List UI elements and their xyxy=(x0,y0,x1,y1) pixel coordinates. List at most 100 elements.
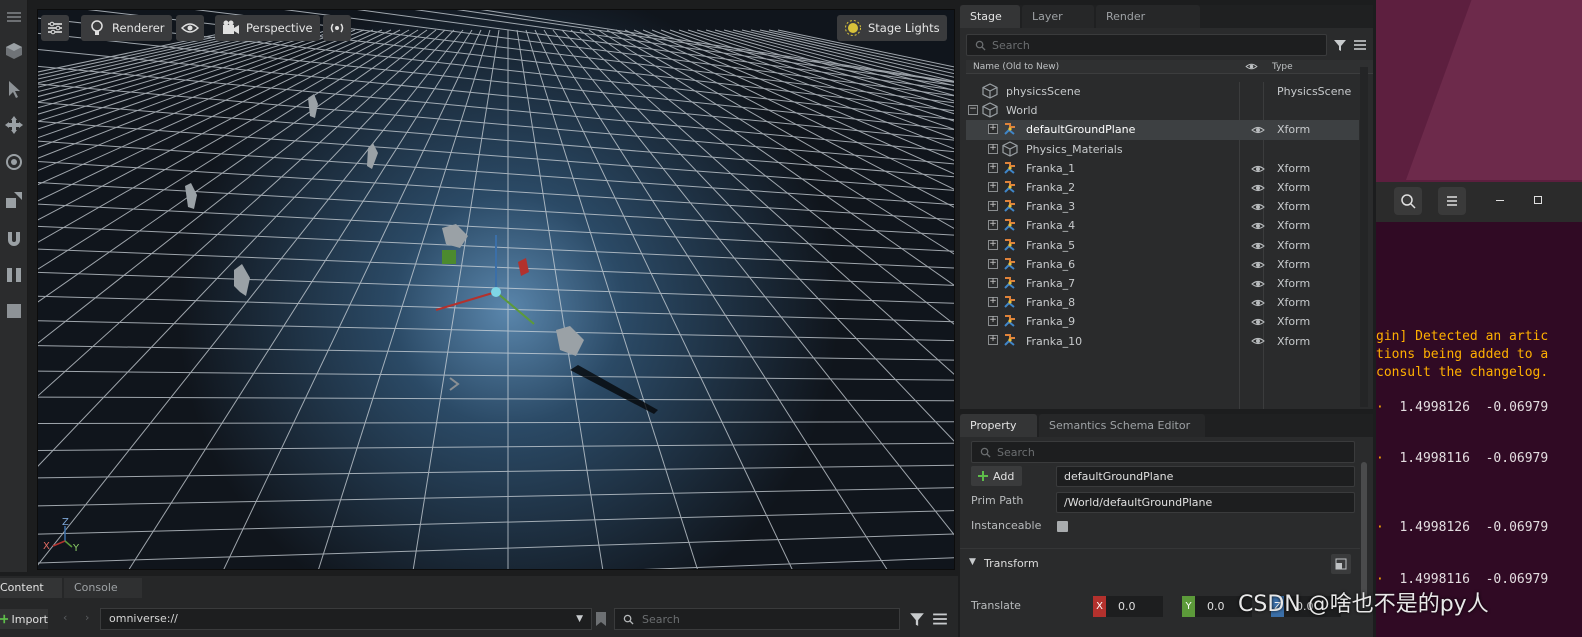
stage-tree-row[interactable]: + Physics_Materials xyxy=(966,140,1359,159)
stage-tree-row[interactable]: + Franka_10 Xform xyxy=(966,331,1359,350)
renderer-button[interactable]: Renderer xyxy=(81,15,172,41)
filter-icon[interactable] xyxy=(909,611,925,627)
expand-icon[interactable]: + xyxy=(988,335,998,346)
camera-button[interactable]: Perspective xyxy=(215,15,320,41)
transform-options-icon[interactable] xyxy=(1331,554,1351,574)
forward-arrow-icon[interactable]: › xyxy=(85,611,89,624)
expand-icon[interactable]: + xyxy=(988,181,998,192)
visibility-button[interactable] xyxy=(176,15,204,41)
expand-icon[interactable]: + xyxy=(988,220,998,231)
options-menu-icon[interactable] xyxy=(932,611,948,627)
column-name-header[interactable]: Name (Old to New) xyxy=(973,62,1059,72)
terminal-value: -0.06979 xyxy=(1485,451,1549,466)
transform-section-header[interactable]: ▼ Transform xyxy=(960,548,1360,578)
tab-render-settings[interactable]: Render Settings xyxy=(1096,5,1200,46)
broadcast-button[interactable] xyxy=(323,15,351,41)
expand-icon[interactable]: + xyxy=(988,143,998,154)
expand-icon[interactable]: + xyxy=(988,239,998,250)
stage-lights-button[interactable]: Stage Lights xyxy=(837,15,947,41)
visibility-eye-icon[interactable] xyxy=(1251,279,1265,289)
collapse-icon[interactable]: − xyxy=(968,105,978,116)
scene-render[interactable] xyxy=(38,10,955,570)
xform-icon xyxy=(1004,257,1015,270)
stage-tree-row[interactable]: + Franka_8 Xform xyxy=(966,293,1359,312)
stage-tree-row[interactable]: + defaultGroundPlane Xform xyxy=(966,120,1359,140)
expand-icon[interactable]: + xyxy=(988,316,998,327)
column-type-header[interactable]: Type xyxy=(1272,62,1293,72)
stage-tree-row[interactable]: + Franka_4 Xform xyxy=(966,216,1359,235)
add-button[interactable]: Add xyxy=(971,466,1022,486)
options-menu-icon[interactable] xyxy=(1353,38,1367,52)
visibility-eye-icon[interactable] xyxy=(1251,183,1265,193)
search-icon xyxy=(980,447,991,458)
stage-tree-row[interactable]: + Franka_3 Xform xyxy=(966,197,1359,216)
snap-magnet-icon[interactable] xyxy=(2,226,26,252)
tab-content[interactable]: Content xyxy=(0,578,62,598)
property-scrollbar[interactable] xyxy=(1361,462,1367,602)
expand-icon[interactable]: + xyxy=(988,277,998,288)
back-arrow-icon[interactable]: ‹ xyxy=(63,611,67,624)
tab-console[interactable]: Console xyxy=(64,578,142,598)
visibility-eye-icon[interactable] xyxy=(1251,125,1265,135)
visibility-eye-icon[interactable] xyxy=(1251,298,1265,308)
visibility-eye-icon[interactable] xyxy=(1251,260,1265,270)
visibility-eye-icon[interactable] xyxy=(1251,202,1265,212)
stage-tree-row[interactable]: + Franka_2 Xform xyxy=(966,178,1359,197)
pause-icon[interactable] xyxy=(2,262,26,288)
stage-tree-row[interactable]: + Franka_9 Xform xyxy=(966,312,1359,331)
tab-property[interactable]: Property xyxy=(960,414,1037,437)
terminal-menu-button[interactable] xyxy=(1438,187,1466,215)
stage-tree-row[interactable]: − World xyxy=(966,101,1359,120)
xform-icon xyxy=(1004,200,1015,212)
property-search-input[interactable]: Search xyxy=(971,441,1355,463)
move-tool-icon[interactable] xyxy=(2,112,26,138)
content-search-input[interactable]: Search xyxy=(614,608,900,630)
select-cube-tool-icon[interactable] xyxy=(2,38,26,64)
eye-icon xyxy=(181,23,199,33)
bookmark-icon[interactable] xyxy=(595,611,607,627)
sliders-icon xyxy=(48,21,62,35)
visibility-eye-icon[interactable] xyxy=(1251,164,1265,174)
tab-semantics-schema-editor[interactable]: Semantics Schema Editor xyxy=(1039,414,1205,437)
filter-icon[interactable] xyxy=(1333,38,1347,52)
rotate-tool-icon[interactable] xyxy=(2,149,26,175)
viewport-settings-button[interactable] xyxy=(41,15,69,41)
stage-tree-row[interactable]: + Franka_5 Xform xyxy=(966,236,1359,255)
expand-icon[interactable]: + xyxy=(988,297,998,308)
stage-scrollbar[interactable] xyxy=(1360,67,1368,407)
terminal-search-button[interactable] xyxy=(1394,187,1422,215)
translate-x-field[interactable]: X 0.0 xyxy=(1093,596,1163,617)
expand-icon[interactable]: + xyxy=(988,258,998,269)
stage-item-type: Xform xyxy=(1277,276,1311,290)
terminal-value: -0.06979 xyxy=(1485,520,1549,535)
stage-search-input[interactable]: Search xyxy=(966,34,1327,56)
maximize-icon[interactable] xyxy=(1534,196,1542,204)
content-search-placeholder: Search xyxy=(642,612,680,626)
expand-icon[interactable]: + xyxy=(988,124,998,135)
tab-layer[interactable]: Layer xyxy=(1022,5,1094,28)
path-dropdown-icon[interactable]: ▼ xyxy=(576,609,583,629)
stage-tree-row[interactable]: + Franka_1 Xform xyxy=(966,159,1359,178)
prim-path-field[interactable]: /World/defaultGroundPlane xyxy=(1056,492,1355,513)
prim-name-field[interactable]: defaultGroundPlane xyxy=(1056,466,1355,487)
stop-icon[interactable] xyxy=(2,298,26,324)
import-button[interactable]: Import xyxy=(0,609,48,629)
terminal-line: tions being added to a xyxy=(1376,347,1549,362)
stage-tree-row[interactable]: + Franka_6 Xform xyxy=(966,255,1359,274)
3d-viewport[interactable]: Z X Y Renderer Perspective Stage Lights xyxy=(37,9,955,570)
expand-icon[interactable]: + xyxy=(988,162,998,173)
path-input[interactable]: omniverse:// ▼ xyxy=(100,608,592,630)
select-arrow-tool-icon[interactable] xyxy=(2,76,26,102)
scale-tool-icon[interactable] xyxy=(2,187,26,213)
instanceable-checkbox[interactable] xyxy=(1057,521,1068,532)
visibility-eye-icon[interactable] xyxy=(1251,336,1265,346)
visibility-eye-icon[interactable] xyxy=(1251,241,1265,251)
expand-icon[interactable]: + xyxy=(988,201,998,212)
stage-tree-row[interactable]: + Franka_7 Xform xyxy=(966,274,1359,293)
visibility-eye-icon[interactable] xyxy=(1251,221,1265,231)
visibility-column-eye-icon[interactable] xyxy=(1245,62,1258,71)
tab-stage[interactable]: Stage xyxy=(960,5,1020,28)
visibility-eye-icon[interactable] xyxy=(1251,317,1265,327)
stage-tree-row[interactable]: physicsScene PhysicsScene xyxy=(966,82,1359,101)
minimize-icon[interactable] xyxy=(1496,200,1504,201)
